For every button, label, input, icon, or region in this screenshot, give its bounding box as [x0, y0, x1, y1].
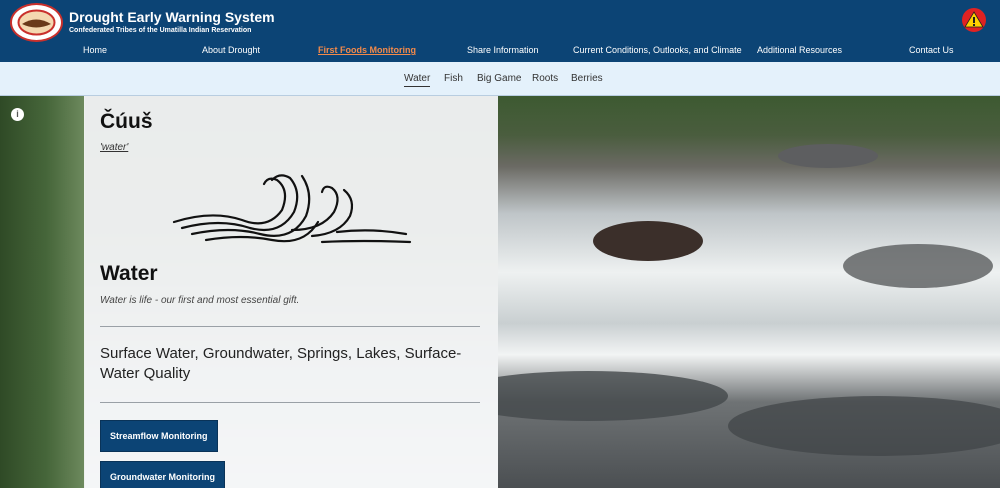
tab-water[interactable]: Water — [404, 73, 431, 87]
groundwater-monitoring-button[interactable]: Groundwater Monitoring — [100, 461, 225, 488]
nav-share-information[interactable]: Share Information — [467, 45, 539, 55]
page-heading: Water — [100, 262, 158, 285]
nav-home[interactable]: Home — [83, 45, 107, 55]
river-rapids-image — [448, 96, 1000, 488]
trees-image — [0, 96, 85, 488]
main-nav: Home About Drought First Foods Monitorin… — [0, 40, 1000, 60]
nav-current-conditions[interactable]: Current Conditions, Outlooks, and Climat… — [573, 45, 742, 55]
streamflow-monitoring-button[interactable]: Streamflow Monitoring — [100, 420, 218, 452]
nav-first-foods-monitoring[interactable]: First Foods Monitoring — [318, 45, 416, 55]
info-icon[interactable]: i — [11, 108, 24, 121]
warning-icon[interactable] — [962, 8, 986, 32]
sub-nav: Water Fish Big Game Roots Berries — [0, 62, 1000, 96]
tagline-text: Water is life - our first and most essen… — [100, 295, 300, 306]
hero-section: i Čúuš 'water' Water Water is life - our… — [0, 96, 1000, 488]
native-word-title: Čúuš — [100, 110, 153, 133]
topics-text: Surface Water, Groundwater, Springs, Lak… — [100, 345, 462, 382]
wave-icon — [172, 174, 412, 244]
tab-big-game[interactable]: Big Game — [477, 73, 521, 84]
site-header: Drought Early Warning System Confederate… — [0, 0, 1000, 62]
divider — [100, 326, 480, 327]
nav-contact-us[interactable]: Contact Us — [909, 45, 954, 55]
site-subtitle: Confederated Tribes of the Umatilla Indi… — [69, 27, 252, 34]
tab-fish[interactable]: Fish — [444, 73, 463, 84]
site-title[interactable]: Drought Early Warning System — [69, 9, 275, 25]
translation-text: 'water' — [100, 142, 129, 153]
tab-berries[interactable]: Berries — [571, 73, 603, 84]
nav-additional-resources[interactable]: Additional Resources — [757, 45, 842, 55]
nav-about-drought[interactable]: About Drought — [202, 45, 260, 55]
content-panel: Čúuš 'water' Water Water is life - our f… — [84, 96, 498, 488]
divider — [100, 402, 480, 403]
tab-roots[interactable]: Roots — [532, 73, 558, 84]
tribal-logo[interactable] — [10, 3, 63, 42]
